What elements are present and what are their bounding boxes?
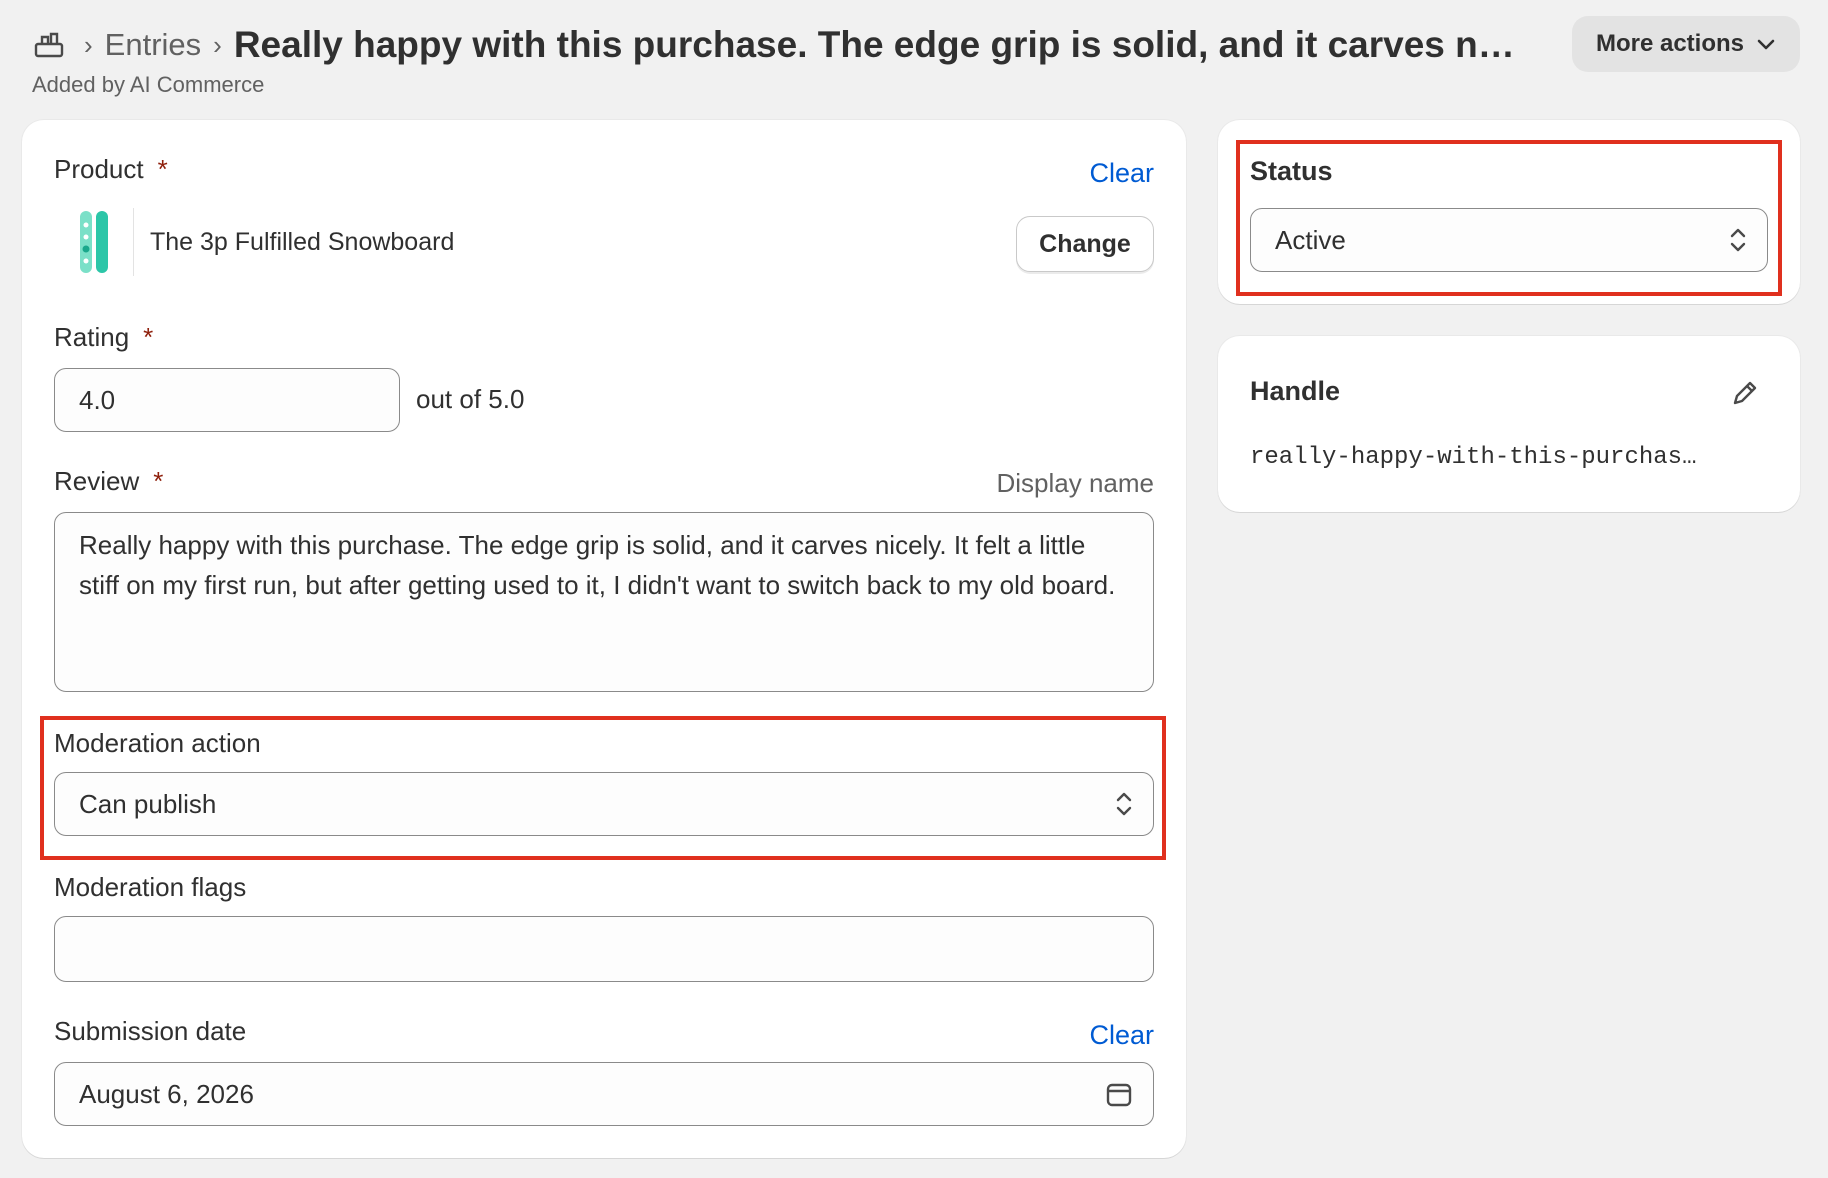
review-label: Review	[54, 466, 140, 496]
display-name-label: Display name	[996, 468, 1154, 498]
snowboard-icon	[79, 211, 108, 273]
breadcrumb-separator-icon: ›	[84, 29, 93, 60]
status-value: Active	[1275, 224, 1346, 255]
breadcrumb-separator-icon: ›	[213, 29, 222, 60]
required-mark: *	[157, 154, 168, 184]
rating-label-row: Rating *	[54, 322, 153, 353]
calendar-icon[interactable]	[1105, 1080, 1133, 1108]
change-product-button[interactable]: Change	[1016, 216, 1154, 272]
submission-date-value: August 6, 2026	[79, 1078, 254, 1109]
change-product-label: Change	[1039, 229, 1131, 258]
select-arrows-icon	[1730, 228, 1746, 252]
rating-suffix: out of 5.0	[416, 384, 525, 414]
more-actions-button[interactable]: More actions	[1571, 16, 1800, 72]
submission-date-clear-link[interactable]: Clear	[1089, 1020, 1154, 1051]
handle-card: Handle really-happy-with-this-purchas...	[1218, 336, 1800, 512]
moderation-flags-input[interactable]	[54, 916, 1154, 982]
page-header: › Entries › Really happy with this purch…	[32, 14, 1800, 104]
required-mark: *	[143, 322, 154, 352]
status-select[interactable]: Active	[1250, 208, 1768, 272]
submission-date-label: Submission date	[54, 1016, 247, 1046]
product-thumbnail	[54, 208, 134, 276]
review-text: Really happy with this purchase. The edg…	[79, 530, 1116, 600]
status-title: Status	[1250, 156, 1333, 186]
chevron-down-icon	[1757, 39, 1775, 50]
moderation-flags-label: Moderation flags	[54, 872, 247, 902]
status-card: Status Active	[1218, 120, 1800, 304]
handle-title: Handle	[1250, 376, 1341, 406]
product-label-row: Product *	[54, 154, 168, 185]
metaobject-icon[interactable]	[32, 28, 66, 62]
required-mark: *	[153, 466, 164, 496]
more-actions-label: More actions	[1595, 30, 1744, 57]
page-title: Really happy with this purchase. The edg…	[233, 24, 1524, 65]
review-label-row: Review *	[54, 466, 163, 497]
entry-form-card: Product * Clear The 3p Fulfilled Snowboa…	[22, 120, 1186, 1158]
product-label: Product	[54, 154, 144, 184]
rating-label: Rating	[54, 322, 130, 352]
product-name: The 3p Fulfilled Snowboard	[150, 228, 455, 256]
rating-value: 4.0	[79, 384, 116, 415]
breadcrumb-entries-link[interactable]: Entries	[105, 27, 201, 63]
select-arrows-icon	[1116, 792, 1132, 816]
moderation-action-value: Can publish	[79, 788, 217, 819]
product-clear-link[interactable]: Clear	[1089, 158, 1154, 189]
handle-value: really-happy-with-this-purchas...	[1250, 444, 1710, 471]
page: › Entries › Really happy with this purch…	[0, 0, 1828, 1178]
rating-input[interactable]: 4.0	[54, 368, 400, 432]
edit-pencil-icon[interactable]	[1730, 378, 1760, 408]
breadcrumb: › Entries › Really happy with this purch…	[32, 14, 1800, 76]
moderation-action-select[interactable]: Can publish	[54, 772, 1154, 836]
page-subtitle: Added by AI Commerce	[32, 72, 265, 97]
review-textarea[interactable]: Really happy with this purchase. The edg…	[54, 512, 1154, 692]
moderation-action-label: Moderation action	[54, 728, 261, 758]
submission-date-input[interactable]: August 6, 2026	[54, 1062, 1154, 1126]
